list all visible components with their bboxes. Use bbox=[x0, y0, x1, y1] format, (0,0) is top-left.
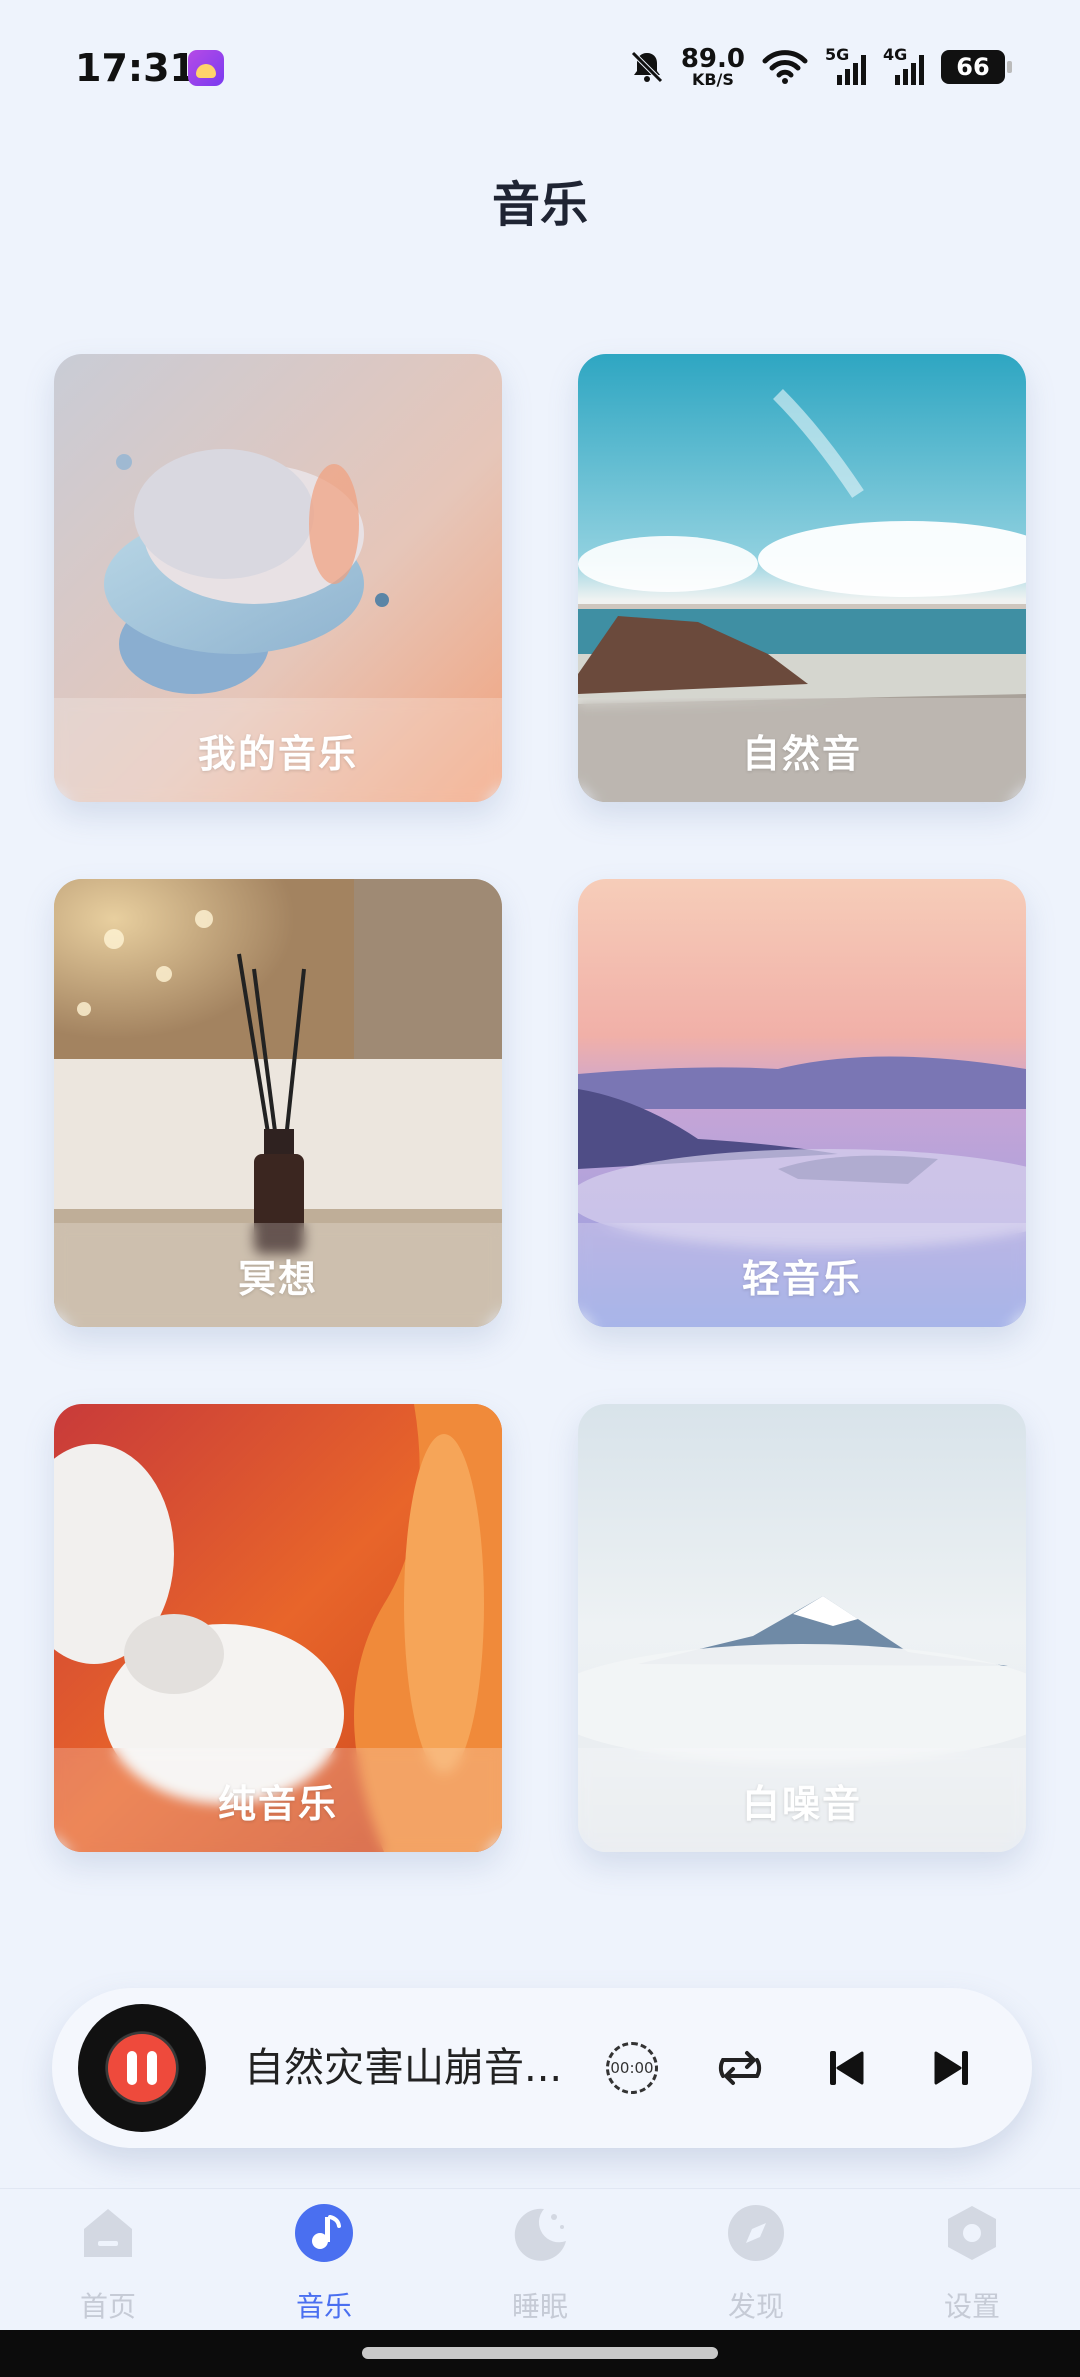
next-button[interactable] bbox=[922, 2038, 982, 2098]
net-speed: 89.0 KB/S bbox=[681, 46, 745, 88]
home-icon bbox=[84, 2209, 132, 2257]
status-indicators: 89.0 KB/S 5G 4G 66 bbox=[629, 42, 1012, 92]
previous-icon bbox=[830, 2051, 864, 2085]
tab-music[interactable]: 音乐 bbox=[216, 2189, 432, 2331]
status-time: 17:31 bbox=[75, 46, 196, 90]
net-speed-unit: KB/S bbox=[691, 70, 734, 89]
battery-icon: 66 bbox=[941, 50, 1012, 84]
bottom-tab-bar: 首页 音乐 睡眠 发现 设置 bbox=[0, 2188, 1080, 2331]
tab-label: 睡眠 bbox=[511, 2290, 568, 2323]
card-label: 轻音乐 bbox=[741, 1256, 862, 1301]
tab-label: 发现 bbox=[727, 2290, 784, 2323]
app-notification-icon bbox=[188, 50, 224, 86]
timer-icon: 00:00 bbox=[606, 2042, 658, 2094]
category-card-white-noise[interactable]: 白噪音 bbox=[578, 1404, 1026, 1852]
previous-button[interactable] bbox=[816, 2038, 876, 2098]
net-speed-value: 89.0 bbox=[680, 44, 745, 74]
album-disc bbox=[78, 2004, 206, 2132]
card-label: 冥想 bbox=[237, 1256, 318, 1301]
home-indicator[interactable] bbox=[362, 2347, 718, 2359]
category-card-pure-music[interactable]: 纯音乐 bbox=[54, 1404, 502, 1852]
wifi-icon bbox=[762, 50, 808, 84]
category-card-nature-sounds[interactable]: 自然音 bbox=[578, 354, 1026, 802]
tab-sleep[interactable]: 睡眠 bbox=[432, 2189, 648, 2331]
song-title[interactable]: 自然灾害山崩音... bbox=[244, 1988, 574, 2148]
category-card-light-music[interactable]: 轻音乐 bbox=[578, 879, 1026, 1327]
music-note-icon bbox=[295, 2204, 353, 2262]
next-icon bbox=[934, 2051, 968, 2085]
mute-bell-icon bbox=[631, 51, 663, 83]
pause-button[interactable] bbox=[108, 2034, 176, 2102]
page-title: 音乐 bbox=[491, 177, 588, 233]
tab-label: 音乐 bbox=[295, 2290, 352, 2323]
signal-icon: 5G bbox=[825, 45, 867, 85]
signal-icon-2: 4G bbox=[883, 45, 925, 85]
settings-hexagon-icon bbox=[948, 2206, 996, 2260]
repeat-icon bbox=[718, 2051, 762, 2085]
moon-icon bbox=[514, 2208, 566, 2261]
discover-icon bbox=[728, 2205, 784, 2261]
mini-player[interactable]: 自然灾害山崩音... 00:00 bbox=[52, 1988, 1032, 2148]
pause-icon bbox=[127, 2051, 137, 2085]
status-bar: 17:31 89.0 KB/S 5G 4G 66 bbox=[0, 0, 1080, 130]
repeat-button[interactable] bbox=[710, 2038, 770, 2098]
tab-discover[interactable]: 发现 bbox=[648, 2189, 864, 2331]
timer-button[interactable]: 00:00 bbox=[602, 2038, 662, 2098]
tab-settings[interactable]: 设置 bbox=[864, 2189, 1080, 2331]
card-label: 我的音乐 bbox=[197, 731, 358, 776]
timer-text: 00:00 bbox=[610, 2059, 654, 2077]
category-card-meditation[interactable]: 冥想 bbox=[54, 879, 502, 1327]
card-label: 白噪音 bbox=[741, 1781, 862, 1826]
system-nav-bar bbox=[0, 2330, 1080, 2377]
battery-level: 66 bbox=[956, 53, 990, 81]
card-label: 纯音乐 bbox=[217, 1781, 338, 1826]
tab-label: 首页 bbox=[79, 2290, 136, 2323]
card-label: 自然音 bbox=[741, 731, 862, 776]
tab-label: 设置 bbox=[943, 2290, 1000, 2323]
tab-home[interactable]: 首页 bbox=[0, 2189, 216, 2331]
category-card-my-music[interactable]: 我的音乐 bbox=[54, 354, 502, 802]
